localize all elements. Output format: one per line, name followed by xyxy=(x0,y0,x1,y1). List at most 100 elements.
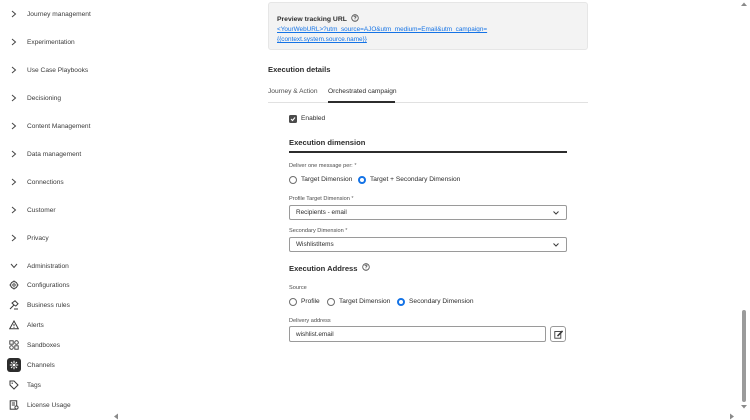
scroll-right-icon[interactable] xyxy=(729,413,735,420)
nav-label: Data management xyxy=(27,150,82,158)
execution-tabs: Journey & Action Orchestrated campaign xyxy=(268,84,588,103)
deliver-label: Deliver one message per: * xyxy=(289,163,357,169)
radio-source-secondary-dimension[interactable] xyxy=(397,298,405,306)
nav-label: Alerts xyxy=(27,321,44,329)
radio-source-secondary-label: Secondary Dimension xyxy=(409,298,474,305)
nav-label: License Usage xyxy=(27,401,71,409)
nav-alerts[interactable]: Alerts xyxy=(0,317,112,333)
nav-use-case-playbooks[interactable]: Use Case Playbooks xyxy=(0,62,112,78)
nav-label: Experimentation xyxy=(27,38,75,46)
nav-label: Administration xyxy=(27,262,69,270)
enabled-checkbox[interactable] xyxy=(289,115,297,123)
secondary-dimension-value: WishlistItems xyxy=(296,241,334,248)
chevron-right-icon xyxy=(9,9,19,19)
nav-label: Customer xyxy=(27,206,56,214)
profile-target-value: Recipients - email xyxy=(296,209,347,216)
help-icon[interactable] xyxy=(361,263,370,273)
delivery-address-label: Delivery address xyxy=(289,318,331,324)
vertical-scrollbar[interactable] xyxy=(738,0,750,412)
alert-icon xyxy=(7,318,21,332)
nav-privacy[interactable]: Privacy xyxy=(0,230,112,246)
nav-label: Business rules xyxy=(27,301,70,309)
radio-source-profile[interactable] xyxy=(289,298,297,306)
chevron-right-icon xyxy=(9,205,19,215)
radio-target-secondary-dimension[interactable] xyxy=(358,176,366,184)
tracking-title-text: Preview tracking URL xyxy=(277,15,347,23)
radio-source-target-label: Target Dimension xyxy=(339,298,391,305)
nav-sandboxes[interactable]: Sandboxes xyxy=(0,337,112,353)
execution-dimension-title: Execution dimension xyxy=(289,138,366,147)
scroll-up-icon[interactable] xyxy=(740,1,748,7)
tracking-url-line1: <YourWebURL>?utm_source=AJO&utm_medium=E… xyxy=(277,26,488,33)
chevron-right-icon xyxy=(9,149,19,159)
nav-connections[interactable]: Connections xyxy=(0,174,112,190)
edit-expression-button[interactable] xyxy=(550,326,566,342)
nav-content-management[interactable]: Content Management xyxy=(0,118,112,134)
license-icon xyxy=(7,398,21,412)
nav-label: Use Case Playbooks xyxy=(27,66,89,74)
enabled-label: Enabled xyxy=(301,115,326,122)
tag-icon xyxy=(7,378,21,392)
nav-label: Channels xyxy=(27,361,55,369)
nav-tags[interactable]: Tags xyxy=(0,377,112,393)
execution-address-title: Execution Address xyxy=(289,263,370,273)
gear-icon xyxy=(7,278,21,292)
main-content: Preview tracking URL <YourWebURL>?utm_so… xyxy=(112,0,738,412)
radio-source-target-dimension[interactable] xyxy=(327,298,335,306)
nav-data-management[interactable]: Data management xyxy=(0,146,112,162)
preview-tracking-panel: Preview tracking URL <YourWebURL>?utm_so… xyxy=(268,2,588,50)
horizontal-scrollbar[interactable] xyxy=(112,412,738,420)
profile-target-dimension-select[interactable]: Recipients - email xyxy=(289,205,567,220)
chevron-down-icon xyxy=(9,261,19,271)
delivery-address-value: wishlist.email xyxy=(296,330,334,338)
chevron-down-icon xyxy=(553,211,559,215)
nav-administration[interactable]: Administration xyxy=(0,258,112,274)
nav-customer[interactable]: Customer xyxy=(0,202,112,218)
rules-icon xyxy=(7,298,21,312)
secondary-dimension-label: Secondary Dimension * xyxy=(289,228,348,234)
nav-decisioning[interactable]: Decisioning xyxy=(0,90,112,106)
radio-target-dimension[interactable] xyxy=(289,176,297,184)
execution-address-text: Execution Address xyxy=(289,263,358,273)
nav-configurations[interactable]: Configurations xyxy=(0,277,112,293)
chevron-right-icon xyxy=(9,177,19,187)
delivery-address-input[interactable]: wishlist.email xyxy=(289,326,546,342)
tab-journey-action[interactable]: Journey & Action xyxy=(268,88,317,95)
nav-label: Tags xyxy=(27,381,41,389)
tracking-title: Preview tracking URL xyxy=(277,14,359,24)
chevron-right-icon xyxy=(9,93,19,103)
radio-source-profile-label: Profile xyxy=(301,298,320,305)
vertical-scroll-thumb[interactable] xyxy=(742,310,746,402)
secondary-dimension-select[interactable]: WishlistItems xyxy=(289,237,567,252)
nav-experimentation[interactable]: Experimentation xyxy=(0,34,112,50)
chevron-right-icon xyxy=(9,121,19,131)
nav-label: Decisioning xyxy=(27,94,62,102)
sandbox-icon xyxy=(7,338,21,352)
nav-license-usage[interactable]: License Usage xyxy=(0,397,112,413)
help-icon[interactable] xyxy=(351,14,359,24)
execution-details-title: Execution details xyxy=(268,65,331,74)
chevron-right-icon xyxy=(9,233,19,243)
scroll-down-icon[interactable] xyxy=(740,404,748,410)
source-label: Source xyxy=(289,285,307,291)
nav-label: Journey management xyxy=(27,10,91,18)
edit-icon xyxy=(553,329,563,339)
profile-target-label: Profile Target Dimension * xyxy=(289,196,354,202)
tab-orchestrated-campaign[interactable]: Orchestrated campaign xyxy=(328,88,397,95)
radio-target-dimension-label: Target Dimension xyxy=(301,176,353,183)
nav-label: Privacy xyxy=(27,234,49,242)
section-divider xyxy=(289,151,567,153)
nav-label: Content Management xyxy=(27,122,91,130)
left-nav: Journey management Experimentation Use C… xyxy=(0,0,112,420)
nav-label: Sandboxes xyxy=(27,341,60,349)
checkmark-icon xyxy=(290,117,296,122)
nav-label: Connections xyxy=(27,178,64,186)
nav-journey-management[interactable]: Journey management xyxy=(0,6,112,22)
nav-business-rules[interactable]: Business rules xyxy=(0,297,112,313)
nav-channels[interactable]: Channels xyxy=(0,357,112,373)
chevron-right-icon xyxy=(9,65,19,75)
chevron-down-icon xyxy=(553,243,559,247)
scroll-left-icon[interactable] xyxy=(113,413,119,420)
tracking-url-link[interactable]: <YourWebURL>?utm_source=AJO&utm_medium=E… xyxy=(277,25,577,45)
nav-label: Configurations xyxy=(27,281,70,289)
